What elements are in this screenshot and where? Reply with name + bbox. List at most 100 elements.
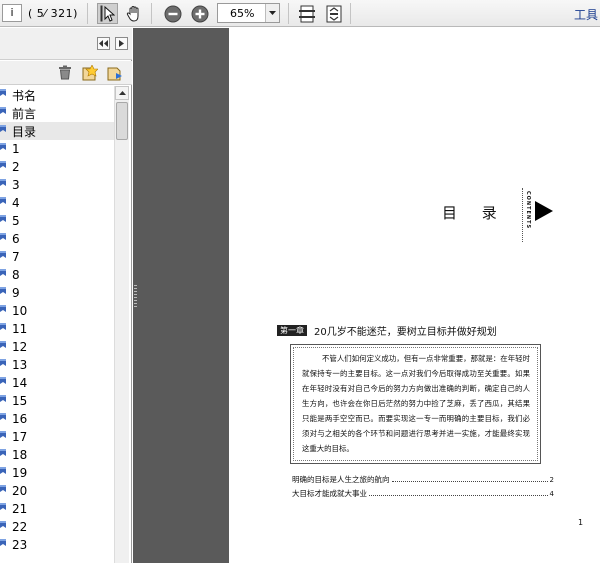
bookmark-label: 21	[12, 502, 28, 516]
bookmark-label: 5	[12, 214, 20, 228]
bookmark-icon	[0, 179, 8, 191]
zoom-in-button[interactable]	[189, 3, 210, 24]
bookmark-item[interactable]: 18	[0, 446, 114, 464]
bookmark-icon	[0, 521, 8, 533]
page-number-input[interactable]: i	[2, 4, 22, 22]
bookmark-label: 3	[12, 178, 20, 192]
toolbar-separator	[87, 3, 88, 24]
bookmark-item[interactable]: 7	[0, 248, 114, 266]
bookmark-icon	[0, 197, 8, 209]
bookmark-item[interactable]: 15	[0, 392, 114, 410]
toc-entry-title: 明确的目标是人生之旅的航向	[292, 475, 390, 484]
toolbar: i ( 5⁄ 321) 65% 工具	[0, 0, 600, 27]
bookmark-item[interactable]: 19	[0, 464, 114, 482]
bookmark-icon	[0, 251, 8, 263]
bookmark-icon	[0, 359, 8, 371]
chevron-up-icon	[118, 91, 126, 95]
bookmark-item[interactable]: 4	[0, 194, 114, 212]
bookmark-item[interactable]: 1	[0, 140, 114, 158]
bookmarks-panel: 书名 前言 目录 1 2 3 4 5 6 7 8 9 10 11 12 13 14 15 16 17 18 19 20 21 2…	[0, 28, 132, 563]
bookmark-scrollbar[interactable]	[114, 86, 129, 563]
bookmark-icon	[0, 305, 8, 317]
fit-page-icon	[298, 5, 315, 22]
bookmark-label: 书名	[12, 88, 37, 103]
bookmark-item[interactable]: 10	[0, 302, 114, 320]
toc-entry[interactable]: 大目标才能成就大事业 4	[292, 488, 554, 499]
full-screen-button[interactable]	[323, 3, 344, 24]
panel-options-button[interactable]	[115, 37, 128, 50]
bookmark-item[interactable]: 3	[0, 176, 114, 194]
bookmark-label: 10	[12, 304, 28, 318]
bookmark-item[interactable]: 2	[0, 158, 114, 176]
delete-bookmark-button[interactable]	[58, 65, 74, 81]
contents-label: CONTENTS	[525, 191, 531, 230]
trash-icon	[59, 65, 71, 80]
bookmark-item[interactable]: 9	[0, 284, 114, 302]
bookmark-item[interactable]: 5	[0, 212, 114, 230]
bookmark-icon	[0, 323, 8, 335]
splitter-grip[interactable]	[134, 285, 137, 309]
bookmark-item[interactable]: 目录	[0, 122, 114, 140]
chapter-summary-text: 不管人们如何定义成功，但有一点非常重要，那就是：在年轻时就保持专一的主要目标。这…	[302, 354, 530, 453]
fit-width-icon	[326, 5, 341, 22]
bookmark-item[interactable]: 14	[0, 374, 114, 392]
bookmark-item[interactable]: 书名	[0, 86, 114, 104]
bookmark-label: 2	[12, 160, 20, 174]
chapter-heading: 第一章 20几岁不能迷茫，要树立目标并做好规划	[277, 323, 497, 338]
bookmark-label: 15	[12, 394, 28, 408]
bookmark-label: 6	[12, 232, 20, 246]
bookmark-label: 前言	[12, 106, 37, 121]
bookmark-item[interactable]: 11	[0, 320, 114, 338]
zoom-out-button[interactable]	[162, 3, 183, 24]
plus-circle-icon	[191, 5, 208, 22]
tools-menu-link[interactable]: 工具	[574, 6, 598, 23]
bookmark-icon	[0, 467, 8, 479]
bookmark-item[interactable]: 6	[0, 230, 114, 248]
toc-leader-dots	[369, 490, 548, 496]
bookmark-icon	[0, 431, 8, 443]
bookmark-label: 11	[12, 322, 28, 336]
bookmark-item[interactable]: 20	[0, 482, 114, 500]
bookmark-list: 书名 前言 目录 1 2 3 4 5 6 7 8 9 10 11 12 13 14 15 16 17 18 19 20 21 2…	[0, 86, 114, 563]
bookmark-icon	[0, 449, 8, 461]
new-bookmark-button[interactable]	[82, 64, 99, 81]
panel-header	[0, 28, 132, 60]
bookmark-icon	[0, 89, 8, 101]
toc-entry[interactable]: 明确的目标是人生之旅的航向 2	[292, 474, 554, 485]
bookmark-item[interactable]: 22	[0, 518, 114, 536]
bookmark-item[interactable]: 13	[0, 356, 114, 374]
bookmark-icon	[0, 503, 8, 515]
bookmark-item[interactable]: 前言	[0, 104, 114, 122]
bookmark-icon	[0, 233, 8, 245]
bookmark-label: 目录	[12, 124, 37, 139]
bookmark-label: 17	[12, 430, 28, 444]
bookmark-options-icon	[107, 67, 122, 81]
new-bookmark-icon	[82, 64, 99, 81]
scroll-up-button[interactable]	[115, 86, 129, 100]
bookmark-icon	[0, 161, 8, 173]
collapse-panel-button[interactable]	[97, 37, 110, 50]
bookmark-item[interactable]: 23	[0, 536, 114, 554]
page-number: 1	[578, 518, 584, 527]
hand-icon	[126, 5, 139, 22]
bookmark-item[interactable]: 12	[0, 338, 114, 356]
select-tool-button[interactable]	[97, 3, 118, 24]
bookmark-item[interactable]: 8	[0, 266, 114, 284]
bookmark-options-button[interactable]	[107, 65, 123, 81]
bookmark-item[interactable]: 16	[0, 410, 114, 428]
chevron-down-icon[interactable]	[265, 4, 279, 22]
bookmark-icon	[0, 143, 8, 155]
hand-tool-button[interactable]	[124, 3, 145, 24]
bookmark-label: 20	[12, 484, 28, 498]
zoom-level-select[interactable]: 65%	[217, 3, 280, 23]
chapter-title: 20几岁不能迷茫，要树立目标并做好规划	[314, 327, 497, 338]
bookmark-item[interactable]: 17	[0, 428, 114, 446]
double-chevron-left-icon	[99, 40, 108, 47]
select-cursor-icon	[100, 5, 115, 22]
chapter-badge: 第一章	[277, 325, 307, 336]
bookmark-icon	[0, 215, 8, 227]
bookmark-item[interactable]: 21	[0, 500, 114, 518]
bookmark-label: 4	[12, 196, 20, 210]
scroll-thumb[interactable]	[116, 102, 128, 140]
fit-page-button[interactable]	[296, 3, 317, 24]
